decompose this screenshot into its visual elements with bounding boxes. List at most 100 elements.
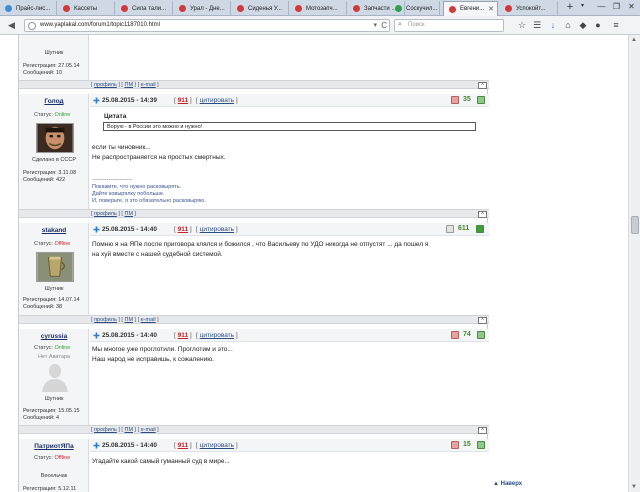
rate-up-button[interactable]	[477, 331, 485, 339]
address-bar[interactable]: www.yaplakal.com/forum1/topic1187010.htm…	[24, 19, 390, 32]
tab-favicon-icon	[353, 5, 360, 12]
download-icon[interactable]: ↓	[547, 19, 559, 32]
url-text[interactable]: www.yaplakal.com/forum1/topic1187010.htm…	[40, 22, 160, 28]
profile-link[interactable]: профиль	[94, 211, 117, 217]
pm-link[interactable]: ПМ	[124, 211, 133, 217]
tab-list-button[interactable]: ▾	[581, 2, 584, 9]
to-top-button[interactable]: ^	[478, 427, 487, 434]
post-header: 25.08.2015 - 14:39 [ 911 ] [ цитировать …	[90, 94, 489, 107]
user-status: Статус: Offline	[34, 241, 71, 247]
quote-link[interactable]: [ цитировать ]	[196, 226, 238, 233]
rate-down-button[interactable]	[446, 225, 454, 233]
tab-ural[interactable]: Урал - Дне...	[174, 1, 231, 16]
tab-evgenia[interactable]: Евгени... ✕	[443, 1, 498, 16]
report-link[interactable]: [ 911 ]	[174, 97, 192, 104]
scroll-up-icon[interactable]: ▲	[631, 37, 637, 43]
forum-post: stakand Статус: Offline Шутник Регистрац…	[19, 223, 489, 315]
permalink-icon[interactable]	[93, 226, 100, 233]
rate-down-button[interactable]	[451, 96, 459, 104]
tab-close-icon[interactable]: ✕	[488, 5, 494, 13]
quote-link[interactable]: [ цитировать ]	[196, 442, 238, 449]
email-link[interactable]: e-mail	[141, 427, 156, 433]
post-header: 25.08.2015 - 14:40 [ 911 ] [ цитировать …	[90, 329, 489, 342]
permalink-icon[interactable]	[93, 332, 100, 339]
rate-down-button[interactable]	[451, 441, 459, 449]
user-message-count: Сообщений: 38	[23, 304, 63, 310]
username-link[interactable]: ПатриотЯПа	[19, 443, 89, 450]
reload-icon[interactable]: C	[381, 21, 387, 30]
email-link[interactable]: e-mail	[141, 317, 156, 323]
pm-link[interactable]: ПМ	[124, 82, 133, 88]
avatar	[36, 123, 74, 153]
tab-power[interactable]: Сила тали...	[116, 1, 173, 16]
page-viewport: Шутник Регистрация: 27.05.14 Сообщений: …	[0, 35, 628, 492]
bookmark-star-icon[interactable]: ☆	[516, 19, 528, 32]
search-box[interactable]: ⌕ Поиск	[394, 19, 504, 32]
quote-link[interactable]: [ цитировать ]	[196, 97, 238, 104]
quote-link[interactable]: [ цитировать ]	[196, 332, 238, 339]
tab-moto-parts[interactable]: Мотозапч...	[290, 1, 347, 16]
username-link[interactable]: stakand	[19, 227, 89, 234]
post-header: 25.08.2015 - 14:40 [ 911 ] [ цитировать …	[90, 223, 489, 236]
profile-link[interactable]: профиль	[94, 427, 117, 433]
extension-icon[interactable]: ◆	[577, 19, 589, 32]
report-link[interactable]: [ 911 ]	[174, 332, 192, 339]
new-tab-button[interactable]: +	[563, 1, 577, 15]
username-link[interactable]: cyrussia	[19, 333, 89, 340]
post-body-line: если ты чиновник...	[92, 144, 151, 151]
forum-thread: Шутник Регистрация: 27.05.14 Сообщений: …	[18, 35, 489, 492]
tab-price-list[interactable]: Прайс-лис...	[0, 1, 57, 16]
to-top-button[interactable]: ^	[478, 317, 487, 324]
pm-link[interactable]: ПМ	[124, 317, 133, 323]
quote-block: Ворую - в России это можно и нужно!	[103, 122, 476, 131]
username-link[interactable]: Голод	[19, 98, 89, 105]
report-link[interactable]: [ 911 ]	[174, 442, 192, 449]
tab-favicon-icon	[237, 5, 244, 12]
scroll-down-icon[interactable]: ▼	[631, 484, 637, 490]
rate-up-button[interactable]	[477, 96, 485, 104]
post-footer-links: [ профиль ] [ ПМ ] [ e-mail ]	[91, 317, 159, 323]
tab-missed[interactable]: Соскучил...	[390, 1, 440, 16]
rate-down-button[interactable]	[451, 331, 459, 339]
report-link[interactable]: [ 911 ]	[174, 226, 192, 233]
post-body-line: на хуй вместе с нашей судебной системой.	[92, 251, 223, 258]
user-status: Статус: Offline	[34, 455, 71, 461]
vertical-scrollbar[interactable]: ▲ ▼	[628, 35, 640, 492]
home-icon[interactable]: ⌂	[562, 19, 574, 32]
to-top-button[interactable]: ^	[478, 211, 487, 218]
rate-up-button[interactable]	[476, 225, 484, 233]
tab-title: Сиденья У...	[248, 5, 282, 12]
tab-seats[interactable]: Сиденья У...	[232, 1, 289, 16]
to-top-button[interactable]: ^	[478, 82, 487, 89]
rate-up-button[interactable]	[477, 441, 485, 449]
chat-icon[interactable]: ●	[592, 19, 604, 32]
user-message-count: Сообщений: 4	[23, 415, 60, 421]
user-rank: Шутник	[44, 286, 64, 292]
back-to-top-link[interactable]: ▲ Наверх	[493, 481, 522, 487]
scrollbar-thumb[interactable]	[631, 216, 639, 234]
tab-title: Урал - Дне...	[190, 5, 225, 12]
pm-link[interactable]: ПМ	[124, 427, 133, 433]
signature-separator: ----------------------	[92, 177, 133, 183]
back-button[interactable]: ◀	[5, 19, 18, 32]
tab-favicon-icon	[63, 5, 70, 12]
tab-favicon-icon	[295, 5, 302, 12]
permalink-icon[interactable]	[93, 97, 100, 104]
url-dropdown-icon[interactable]: ▾	[373, 21, 377, 29]
post-body-line: Помню я на ЯПе после приговора клялся и …	[92, 241, 429, 248]
menu-icon[interactable]: ≡	[610, 19, 622, 32]
profile-link[interactable]: профиль	[94, 82, 117, 88]
post-body-line: Мы многое уже проглотили. Проглотим и эт…	[92, 346, 233, 353]
post-footer: [ профиль ] [ ПМ ] [ e-mail ] ^	[19, 425, 489, 434]
close-window-button[interactable]: ✕	[622, 0, 640, 14]
profile-link[interactable]: профиль	[94, 317, 117, 323]
permalink-icon[interactable]	[93, 442, 100, 449]
tab-calm[interactable]: Успокойт...	[500, 1, 558, 16]
tab-cassettes[interactable]: Кассеты	[58, 1, 115, 16]
email-link[interactable]: e-mail	[141, 82, 156, 88]
post-rating: 15	[463, 441, 471, 448]
bookmarks-list-icon[interactable]: ☰	[531, 19, 543, 32]
user-status: Статус: Online	[34, 345, 71, 351]
no-avatar-label: Нет Аватара	[38, 354, 70, 360]
user-status: Статус: Online	[34, 112, 71, 118]
